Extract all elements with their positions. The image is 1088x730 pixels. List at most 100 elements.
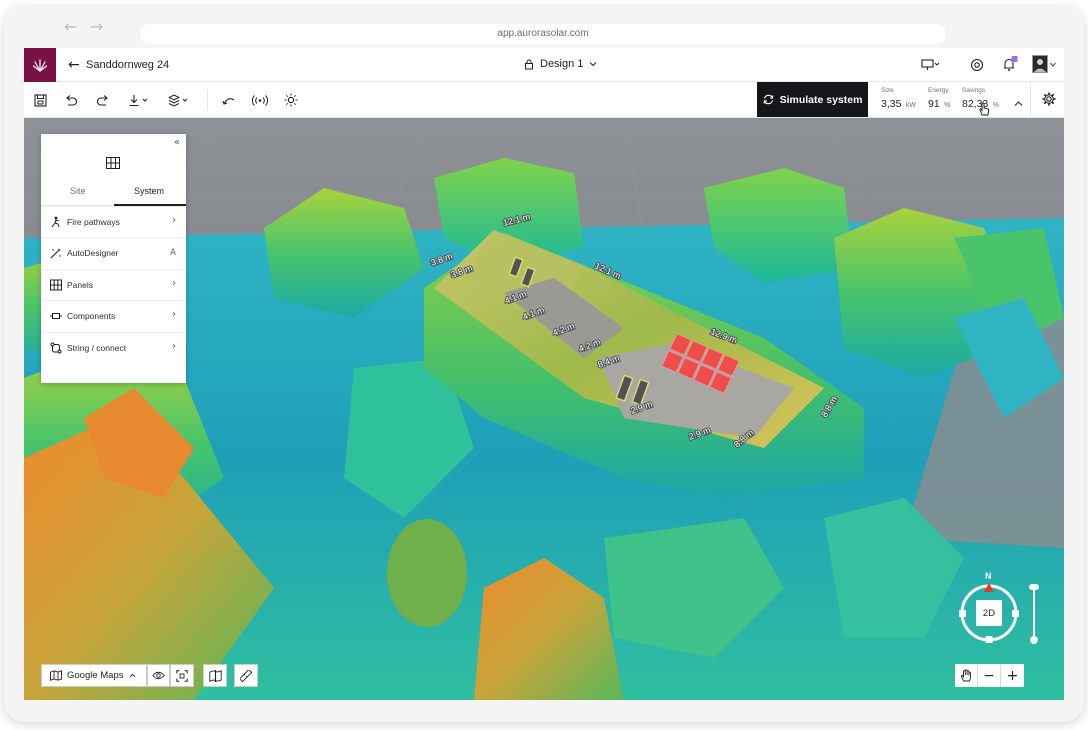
metrics-collapse-button[interactable] [1014, 94, 1023, 112]
metric-value: 3,35 [881, 98, 902, 110]
measure-tool-button[interactable] [234, 664, 258, 687]
hand-icon [960, 669, 971, 682]
signal-button[interactable] [252, 91, 268, 109]
save-icon [34, 93, 47, 107]
chevron-down-icon [1050, 62, 1056, 67]
monitor-icon [921, 59, 940, 70]
visibility-toggle[interactable] [147, 664, 170, 687]
ruler-icon [240, 669, 252, 682]
avatar [1032, 55, 1048, 73]
map-source-selector[interactable]: Google Maps [41, 664, 147, 687]
metric-unit: kW [905, 102, 916, 109]
fit-view-button[interactable] [170, 664, 194, 687]
save-button[interactable] [34, 91, 47, 109]
chevron-up-icon [1014, 101, 1023, 106]
bell-icon [1004, 56, 1018, 71]
chevron-down-icon [590, 62, 597, 67]
back-arrow-icon[interactable]: ← [68, 58, 80, 72]
chevron-right-icon: › [172, 341, 176, 352]
map-icon [50, 670, 62, 681]
chevron-right-icon: › [172, 278, 176, 289]
sun-button[interactable] [284, 91, 298, 109]
app-root: ← Sanddornweg 24 Design 1 Simulate syste… [24, 48, 1064, 700]
tab-system[interactable]: System [134, 186, 164, 204]
menu-item-components[interactable]: Components › [41, 300, 186, 331]
zoom-out-button[interactable]: − [978, 664, 1001, 687]
gear-icon [1042, 92, 1056, 106]
aurora-logo-icon [32, 59, 48, 72]
simulate-label: Simulate system [779, 93, 863, 106]
simulate-system-button[interactable]: Simulate system [757, 82, 868, 117]
help-button[interactable] [970, 58, 984, 77]
redo-button[interactable] [96, 91, 110, 109]
menu-item-label: Components [67, 311, 116, 321]
minus-icon: − [983, 667, 995, 684]
eye-icon [152, 671, 165, 680]
plus-icon: + [1006, 667, 1019, 684]
undo-button[interactable] [64, 91, 78, 109]
notifications-button[interactable] [1002, 56, 1018, 78]
settings-button[interactable] [1042, 92, 1056, 111]
broadcast-icon [252, 94, 268, 106]
system-panel: « Site System Fire pathways › AutoDesign… [41, 134, 186, 383]
arrow-right-icon[interactable]: → [90, 19, 108, 35]
map-source-label: Google Maps [67, 670, 124, 681]
arrow-left-icon[interactable]: ← [64, 19, 82, 35]
tab-site[interactable]: Site [70, 186, 86, 204]
metric-value: 91 [928, 98, 940, 110]
roof-arc-icon [222, 97, 235, 105]
zoom-in-button[interactable]: + [1001, 664, 1024, 687]
metric-energy: Energy 91 % [928, 87, 950, 112]
magic-wand-icon [50, 248, 61, 259]
menu-item-label: Panels [67, 280, 93, 290]
url-bar[interactable]: app.aurorasolar.com [140, 24, 946, 44]
north-label: N [985, 571, 992, 581]
map-navigation-controls: − + [955, 664, 1024, 687]
undo-icon [66, 94, 78, 106]
view-mode-toggle[interactable]: 2D [976, 600, 1002, 626]
project-name[interactable]: Sanddornweg 24 [86, 59, 169, 71]
top-bar: ← Sanddornweg 24 Design 1 [24, 48, 1064, 82]
redo-icon [96, 94, 108, 106]
menu-item-panels[interactable]: Panels › [41, 269, 186, 300]
design-selector[interactable]: Design 1 [524, 58, 597, 70]
menu-item-label: Fire pathways [67, 217, 120, 227]
tilt-slider[interactable] [1029, 584, 1039, 644]
focus-frame-icon [176, 669, 188, 682]
metric-label: Energy [928, 87, 949, 94]
display-menu[interactable] [921, 58, 941, 77]
toolbar-divider [1030, 82, 1031, 117]
collapse-panel-icon[interactable]: « [174, 137, 180, 148]
compass-widget[interactable]: N 2D [958, 571, 1020, 653]
tilt-slider-track [1033, 588, 1035, 640]
grid-tab-icon [106, 156, 120, 174]
chevron-right-icon: › [172, 215, 176, 226]
metric-label: Size [881, 87, 894, 94]
user-menu[interactable] [1032, 54, 1056, 74]
aurora-logo[interactable] [24, 48, 56, 82]
tilt-slider-handle[interactable] [1029, 584, 1039, 590]
menu-item-autodesigner[interactable]: AutoDesigner A [41, 237, 186, 268]
menu-item-label: String / connect [67, 343, 127, 353]
toolbar-divider [207, 90, 208, 110]
download-icon [129, 94, 148, 106]
string-connect-icon [50, 342, 62, 354]
metric-unit: % [944, 102, 951, 109]
lifebuoy-icon [970, 58, 984, 72]
metric-label: Savings [962, 87, 986, 94]
map-viewport[interactable]: 12.1 m 12.1 m 3.8 m 3.8 m 4.1 m 4.1 m 4.… [24, 118, 1064, 700]
download-button[interactable] [128, 91, 150, 109]
refresh-icon [763, 94, 773, 105]
metric-unit: % [992, 102, 999, 109]
menu-item-fire-pathways[interactable]: Fire pathways › [41, 206, 186, 237]
menu-item-string-connect[interactable]: String / connect › [41, 332, 186, 363]
grid-icon [50, 279, 62, 291]
chevron-right-icon: › [172, 309, 176, 320]
compare-view-button[interactable] [203, 664, 227, 687]
layers-button[interactable] [168, 91, 190, 109]
roof-tool-button[interactable] [222, 91, 236, 109]
pan-hand-button[interactable] [955, 664, 978, 687]
tilt-slider-end [1030, 636, 1038, 644]
browser-window: ← → app.aurorasolar.com ← Sanddornweg 24 [4, 6, 1084, 722]
menu-item-label: AutoDesigner [67, 248, 119, 258]
